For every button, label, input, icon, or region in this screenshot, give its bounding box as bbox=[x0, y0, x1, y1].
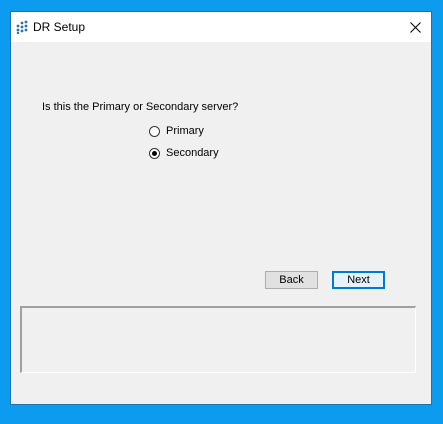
primary-option[interactable]: Primary bbox=[149, 125, 204, 137]
close-icon bbox=[409, 21, 421, 33]
window-title: DR Setup bbox=[33, 20, 86, 34]
secondary-option[interactable]: Secondary bbox=[149, 147, 219, 159]
secondary-label: Secondary bbox=[166, 147, 219, 159]
dots-grid-icon bbox=[16, 20, 28, 34]
primary-radio[interactable] bbox=[149, 125, 160, 137]
status-log-box bbox=[20, 306, 416, 373]
title-bar: DR Setup bbox=[11, 12, 431, 42]
close-button[interactable] bbox=[399, 12, 431, 42]
secondary-radio[interactable] bbox=[149, 147, 160, 159]
back-button[interactable]: Back bbox=[265, 271, 318, 289]
dr-setup-window: DR Setup Is this the Primary or Secondar… bbox=[10, 11, 432, 405]
server-type-question: Is this the Primary or Secondary server? bbox=[42, 101, 239, 113]
primary-label: Primary bbox=[166, 125, 204, 137]
next-button[interactable]: Next bbox=[332, 271, 385, 289]
